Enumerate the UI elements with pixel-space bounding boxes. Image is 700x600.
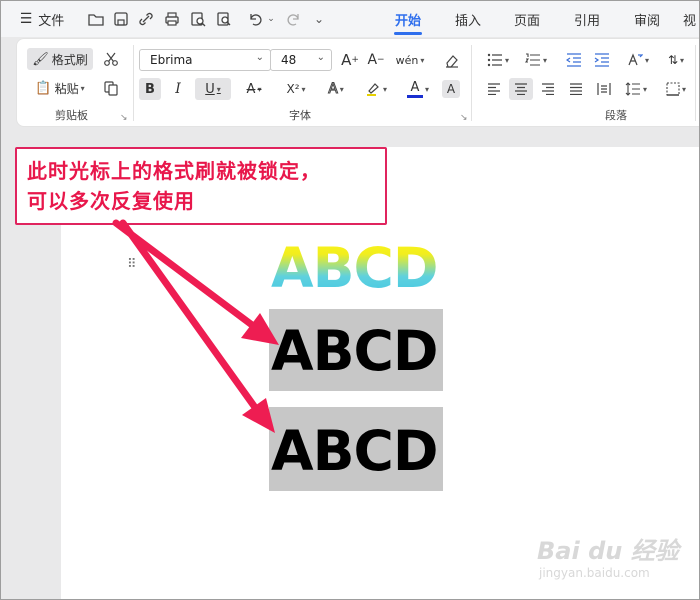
watermark-logo-text: Bai du 经验 xyxy=(537,537,679,565)
annotation-arrows xyxy=(112,219,279,433)
baidu-watermark: Bai du 经验 jingyan.baidu.com xyxy=(537,531,679,580)
app-window: ☰ 文件 ⌄ ⌄ 开始 插入 页面 引用 审阅 视 🖌 格式刷 📋 粘贴 ▾ 剪… xyxy=(0,0,700,600)
watermark-url: jingyan.baidu.com xyxy=(539,566,650,580)
